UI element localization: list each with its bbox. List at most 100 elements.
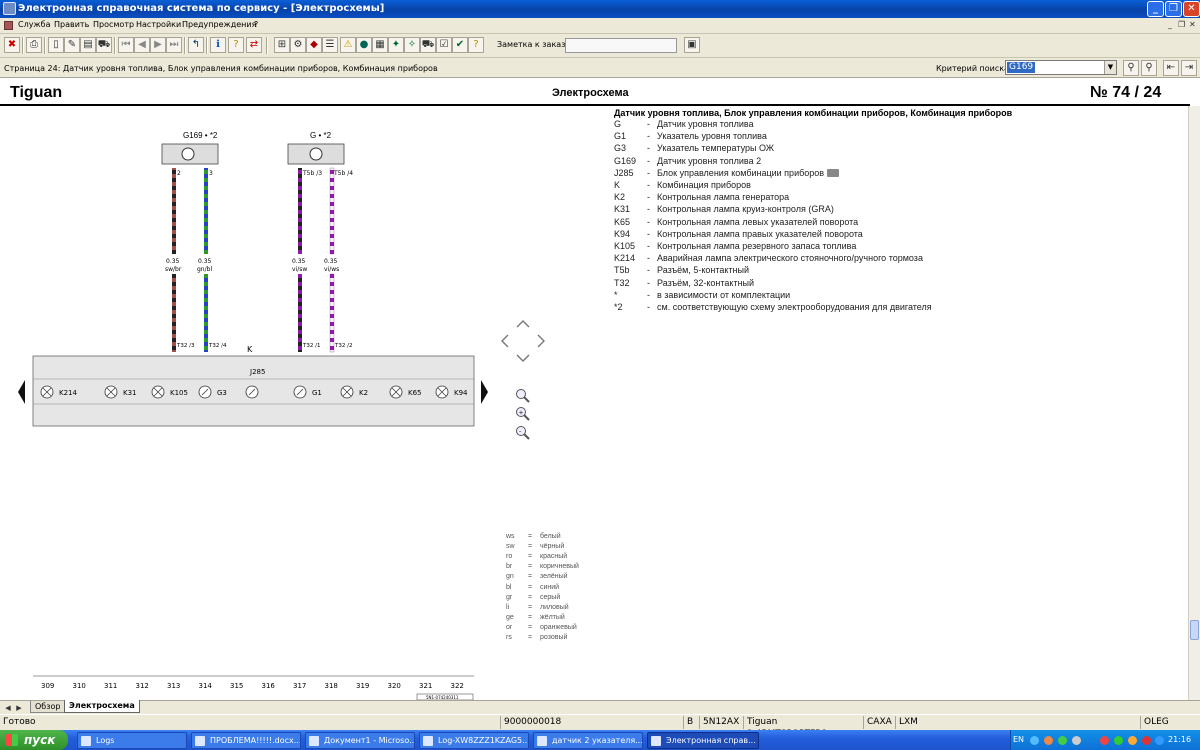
swap-icon[interactable]: ⇄ bbox=[246, 37, 262, 53]
update-icon[interactable] bbox=[1114, 736, 1123, 745]
antivirus-icon[interactable] bbox=[1100, 736, 1109, 745]
tray-app-icon[interactable] bbox=[1155, 736, 1164, 745]
grid-icon[interactable]: ⊞ bbox=[274, 37, 290, 53]
tab-next-icon[interactable]: ▶ bbox=[14, 703, 24, 713]
tray-app-icon[interactable] bbox=[1142, 736, 1151, 745]
search-criteria-input[interactable]: G169 ▼ bbox=[1005, 60, 1117, 75]
menu-edit[interactable]: Править bbox=[54, 20, 89, 29]
info-icon[interactable]: ℹ bbox=[210, 37, 226, 53]
book-icon[interactable]: ◆ bbox=[306, 37, 322, 53]
volume-icon[interactable] bbox=[1072, 736, 1081, 745]
prev-page-icon[interactable]: ◀ bbox=[134, 37, 150, 53]
back-icon[interactable]: ↰ bbox=[188, 37, 204, 53]
help-icon[interactable]: ? bbox=[468, 37, 484, 53]
chevron-down-icon[interactable]: ▼ bbox=[1104, 61, 1116, 74]
pan-control-icon[interactable] bbox=[501, 320, 545, 362]
menu-settings[interactable]: Настройки bbox=[136, 20, 181, 29]
task-browser[interactable]: датчик 2 указателя... bbox=[533, 732, 643, 749]
task-logs[interactable]: Logs bbox=[77, 732, 187, 749]
car-service-icon[interactable]: ⛟ bbox=[420, 37, 436, 53]
task-label: ПРОБЛЕМА!!!!!.docx... bbox=[210, 736, 301, 745]
edit-document-icon[interactable]: ✎ bbox=[64, 37, 80, 53]
find-prev-icon[interactable]: ⇤ bbox=[1163, 60, 1179, 76]
scrollbar-thumb[interactable] bbox=[1190, 620, 1199, 640]
wire-vi-ws bbox=[329, 167, 335, 255]
first-page-icon[interactable]: ⏮ bbox=[118, 37, 134, 53]
legend-code: K31 bbox=[614, 204, 631, 215]
menu-service[interactable]: Служба bbox=[18, 20, 50, 29]
exit-icon[interactable]: ✖ bbox=[4, 37, 20, 53]
menu-view[interactable]: Просмотр bbox=[93, 20, 134, 29]
scroll-left-arrow-icon[interactable] bbox=[18, 380, 25, 404]
bluetooth-icon[interactable] bbox=[1030, 736, 1039, 745]
menu-help[interactable]: ? bbox=[254, 20, 258, 29]
task-label: Logs bbox=[96, 736, 115, 745]
color-equals: = bbox=[528, 573, 533, 581]
task-service-system[interactable]: Электронная справ... bbox=[647, 732, 759, 749]
pin-label: T32 /3 bbox=[176, 343, 195, 349]
start-button[interactable]: пуск bbox=[0, 730, 68, 750]
order-note-input[interactable] bbox=[565, 38, 677, 53]
doc-minimize-icon[interactable]: _ bbox=[1168, 20, 1172, 29]
vertical-scrollbar[interactable] bbox=[1188, 106, 1200, 700]
car-document-icon[interactable]: ▤ bbox=[80, 37, 96, 53]
notes-icon[interactable]: ▣ bbox=[684, 37, 700, 53]
tools-icon[interactable]: ⚙ bbox=[290, 37, 306, 53]
print-icon[interactable]: ⎙ bbox=[26, 37, 42, 53]
edit-check-icon[interactable]: ✔ bbox=[452, 37, 468, 53]
search-next-icon[interactable]: ⚲ bbox=[1141, 60, 1157, 76]
folder-icon bbox=[81, 736, 91, 746]
tab-schema[interactable]: Электросхема bbox=[64, 700, 140, 713]
next-page-icon[interactable]: ▶ bbox=[150, 37, 166, 53]
scroll-right-arrow-icon[interactable] bbox=[481, 380, 488, 404]
doc-restore-icon[interactable]: ❐ bbox=[1178, 20, 1185, 29]
language-indicator[interactable]: EN bbox=[1013, 735, 1024, 744]
legend-code: * bbox=[614, 289, 618, 300]
document-icon[interactable] bbox=[4, 21, 13, 30]
track-number: 317 bbox=[293, 682, 306, 690]
globe-icon[interactable]: ● bbox=[356, 37, 372, 53]
tray-app-icon[interactable] bbox=[1128, 736, 1137, 745]
color-equals: = bbox=[528, 613, 533, 621]
wire-vi-sw bbox=[298, 168, 302, 254]
camera-icon[interactable] bbox=[827, 169, 840, 178]
table-icon[interactable]: ▦ bbox=[372, 37, 388, 53]
last-page-icon[interactable]: ⏭ bbox=[166, 37, 182, 53]
legend-code: G1 bbox=[614, 131, 627, 142]
legend-row: G3 - Указатель температуры ОЖ bbox=[614, 143, 774, 153]
task-word-doc[interactable]: Документ1 - Microso... bbox=[305, 732, 415, 749]
legend-dash: - bbox=[647, 302, 650, 312]
doc-close-icon[interactable]: ✕ bbox=[1189, 20, 1196, 29]
find-next-icon[interactable]: ⇥ bbox=[1181, 60, 1197, 76]
task-word-problem[interactable]: ПРОБЛЕМА!!!!!.docx... bbox=[191, 732, 301, 749]
search-criteria-label: Критерий поиска: bbox=[936, 64, 1012, 73]
tab-overview[interactable]: Обзор bbox=[30, 701, 66, 713]
menu-warnings[interactable]: Предупреждения bbox=[182, 20, 256, 29]
checklist-icon[interactable]: ☑ bbox=[436, 37, 452, 53]
task-log-file[interactable]: Log-XW8ZZZ1KZAG5... bbox=[419, 732, 529, 749]
close-button[interactable]: ✕ bbox=[1183, 1, 1200, 17]
wrench-icon[interactable]: ✦ bbox=[388, 37, 404, 53]
list-icon[interactable]: ☰ bbox=[322, 37, 338, 53]
start-label: пуск bbox=[24, 733, 56, 747]
search-icon[interactable]: ⚲ bbox=[1123, 60, 1139, 76]
maximize-button[interactable]: ❐ bbox=[1165, 1, 1182, 17]
legend-description: Контрольная лампа резервного запаса топл… bbox=[657, 241, 857, 251]
new-document-icon[interactable]: ▯ bbox=[48, 37, 64, 53]
legend-row: J285 - Блок управления комбинации приборов bbox=[614, 168, 840, 178]
minimize-button[interactable]: _ bbox=[1147, 1, 1164, 17]
repair-icon[interactable]: ✧ bbox=[404, 37, 420, 53]
vehicle-icon[interactable]: ⛟ bbox=[96, 37, 112, 53]
tray-app-icon[interactable] bbox=[1044, 736, 1053, 745]
hint-icon[interactable]: ? bbox=[228, 37, 244, 53]
network-icon[interactable] bbox=[1058, 736, 1067, 745]
component-label: K214 bbox=[59, 389, 77, 397]
zoom-fit-icon[interactable] bbox=[516, 389, 530, 403]
tab-prev-icon[interactable]: ◀ bbox=[3, 703, 13, 713]
warning-icon[interactable]: ⚠ bbox=[340, 37, 356, 53]
color-equals: = bbox=[528, 623, 533, 631]
zoom-in-icon[interactable]: + bbox=[516, 407, 530, 421]
legend-description: см. соответствующую схему электрооборудо… bbox=[657, 302, 932, 312]
track-number: 314 bbox=[199, 682, 213, 690]
zoom-out-icon[interactable]: - bbox=[516, 426, 530, 440]
